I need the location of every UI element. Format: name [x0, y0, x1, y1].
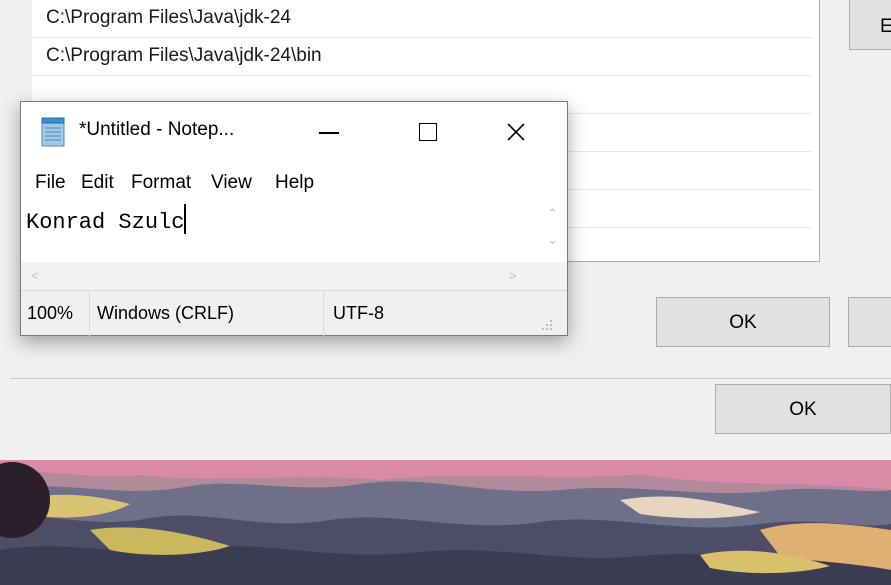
- document-text-content: Konrad Szulc: [26, 210, 185, 235]
- resize-grip-icon[interactable]: [541, 319, 553, 331]
- text-caret: [184, 204, 186, 234]
- minimize-icon: [319, 132, 339, 134]
- status-bar: 100% Windows (CRLF) UTF-8: [21, 290, 567, 336]
- desktop-wallpaper: [0, 460, 891, 585]
- menu-bar: File Edit Format View Help: [21, 166, 567, 200]
- close-icon: [507, 123, 525, 141]
- edit-button[interactable]: E: [849, 0, 891, 50]
- cancel-button[interactable]: [848, 297, 891, 347]
- ok-button[interactable]: OK: [656, 297, 830, 347]
- menu-view[interactable]: View: [211, 166, 252, 200]
- notepad-title-bar[interactable]: *Untitled - Notep...: [21, 102, 567, 162]
- scroll-down-icon[interactable]: ⌄: [547, 232, 558, 248]
- menu-file[interactable]: File: [35, 166, 66, 200]
- status-divider: [323, 291, 324, 336]
- vertical-scrollbar[interactable]: ⌃ ⌄: [531, 202, 567, 262]
- notepad-icon: [39, 117, 67, 147]
- document-text[interactable]: Konrad Szulc: [26, 204, 186, 240]
- scroll-up-icon[interactable]: ⌃: [547, 206, 558, 222]
- menu-edit[interactable]: Edit: [81, 166, 114, 200]
- zoom-level: 100%: [27, 303, 74, 323]
- line-ending: Windows (CRLF): [97, 303, 235, 323]
- window-title: *Untitled - Notep...: [79, 119, 235, 140]
- system-properties-ok-button[interactable]: OK: [715, 384, 891, 434]
- maximize-icon: [419, 123, 437, 141]
- status-divider: [89, 291, 90, 336]
- menu-help[interactable]: Help: [275, 166, 314, 200]
- list-item[interactable]: C:\Program Files\Java\jdk-24\bin: [32, 38, 812, 76]
- wallpaper-art: [0, 460, 891, 585]
- horizontal-scrollbar[interactable]: < >: [21, 262, 567, 290]
- close-button[interactable]: [481, 102, 551, 162]
- minimize-button[interactable]: [295, 102, 365, 162]
- dialog-separator: [10, 378, 891, 379]
- menu-format[interactable]: Format: [131, 166, 191, 200]
- encoding: UTF-8: [333, 303, 384, 323]
- text-editor-area[interactable]: Konrad Szulc: [21, 202, 551, 262]
- maximize-button[interactable]: [395, 102, 465, 162]
- notepad-window[interactable]: *Untitled - Notep... File Edit Format Vi…: [20, 101, 568, 336]
- scroll-left-icon[interactable]: <: [31, 268, 39, 283]
- scroll-right-icon[interactable]: >: [509, 268, 517, 283]
- list-item[interactable]: C:\Program Files\Java\jdk-24: [32, 0, 812, 38]
